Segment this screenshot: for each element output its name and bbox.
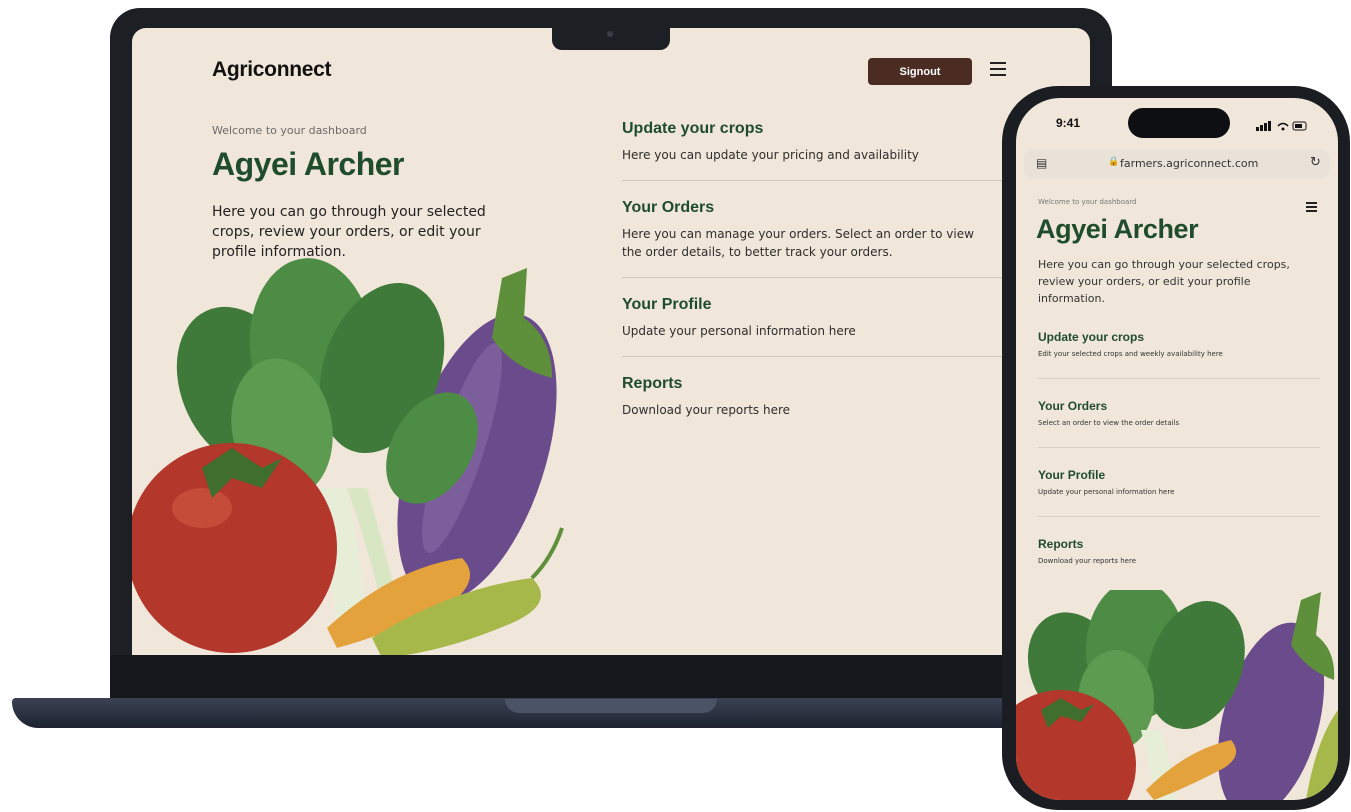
phone-screen: 9:41 ▤ 🔒 farmers.agriconnect.com ↻ Welco… xyxy=(1016,98,1338,800)
divider xyxy=(622,180,1012,181)
divider xyxy=(1038,516,1320,517)
tabs-icon[interactable]: ▤ xyxy=(1036,156,1047,170)
menu-item-orders[interactable]: Your Orders Select an order to view the … xyxy=(1038,399,1320,427)
menu-item-desc: Here you can manage your orders. Select … xyxy=(622,227,974,259)
menu-item-profile[interactable]: Your Profile Update your personal inform… xyxy=(622,296,1022,340)
intro-text: Here you can go through your selected cr… xyxy=(212,204,486,260)
url-text: farmers.agriconnect.com xyxy=(1120,157,1259,170)
user-name: Agyei Archer xyxy=(212,146,405,182)
user-name: Agyei Archer xyxy=(1036,214,1199,244)
welcome-text: Welcome to your dashboard xyxy=(1038,198,1137,206)
vegetables-illustration xyxy=(1016,590,1338,800)
menu-item-title: Your Orders xyxy=(622,199,715,216)
menu-item-profile[interactable]: Your Profile Update your personal inform… xyxy=(1038,468,1320,496)
dynamic-island xyxy=(1128,108,1230,138)
menu-item-title: Update your crops xyxy=(1038,330,1145,344)
divider xyxy=(622,356,1012,357)
menu-item-desc: Here you can update your pricing and ava… xyxy=(622,148,919,162)
intro-text: Here you can go through your selected cr… xyxy=(1038,258,1290,305)
status-time: 9:41 xyxy=(1056,116,1081,130)
menu-item-title: Reports xyxy=(1038,537,1084,551)
camera-icon xyxy=(607,31,613,37)
dashboard-menu: Update your crops Here you can update yo… xyxy=(622,120,1022,419)
menu-item-desc: Download your reports here xyxy=(622,403,791,417)
menu-item-title: Your Profile xyxy=(1038,468,1106,482)
lock-icon: 🔒 xyxy=(1108,157,1120,167)
menu-item-desc: Edit your selected crops and weekly avai… xyxy=(1038,350,1223,358)
menu-item-update-crops[interactable]: Update your crops Here you can update yo… xyxy=(622,120,1022,164)
hamburger-menu-icon[interactable] xyxy=(1306,202,1317,212)
dashboard-menu: Update your crops Edit your selected cro… xyxy=(1038,330,1320,565)
laptop-chin xyxy=(110,655,1112,698)
browser-url-bar[interactable]: ▤ 🔒 farmers.agriconnect.com ↻ xyxy=(1024,150,1330,178)
divider xyxy=(1038,378,1320,379)
divider xyxy=(622,277,1012,278)
laptop-base-notch xyxy=(505,699,717,713)
signal-icon xyxy=(1256,117,1308,136)
brand-logo[interactable]: Agriconnect xyxy=(212,58,332,82)
signout-button[interactable]: Signout xyxy=(868,58,972,85)
menu-item-orders[interactable]: Your Orders Here you can manage your ord… xyxy=(622,199,1022,261)
laptop-screen: Agriconnect Signout Welcome to your dash… xyxy=(132,28,1090,655)
menu-item-desc: Download your reports here xyxy=(1038,557,1137,565)
menu-item-desc: Update your personal information here xyxy=(1038,488,1175,496)
welcome-text: Welcome to your dashboard xyxy=(212,124,367,137)
menu-item-title: Your Profile xyxy=(622,296,712,313)
menu-item-title: Update your crops xyxy=(622,120,764,137)
menu-item-update-crops[interactable]: Update your crops Edit your selected cro… xyxy=(1038,330,1320,358)
menu-item-title: Your Orders xyxy=(1038,399,1108,413)
menu-item-title: Reports xyxy=(622,375,683,392)
menu-item-reports[interactable]: Reports Download your reports here xyxy=(622,375,1022,419)
vegetables-illustration xyxy=(132,258,564,655)
menu-item-desc: Update your personal information here xyxy=(622,324,856,338)
reload-icon[interactable]: ↻ xyxy=(1310,155,1321,170)
hamburger-menu-icon[interactable] xyxy=(990,62,1006,76)
divider xyxy=(1038,447,1320,448)
menu-item-desc: Select an order to view the order detail… xyxy=(1038,419,1180,427)
menu-item-reports[interactable]: Reports Download your reports here xyxy=(1038,537,1320,565)
